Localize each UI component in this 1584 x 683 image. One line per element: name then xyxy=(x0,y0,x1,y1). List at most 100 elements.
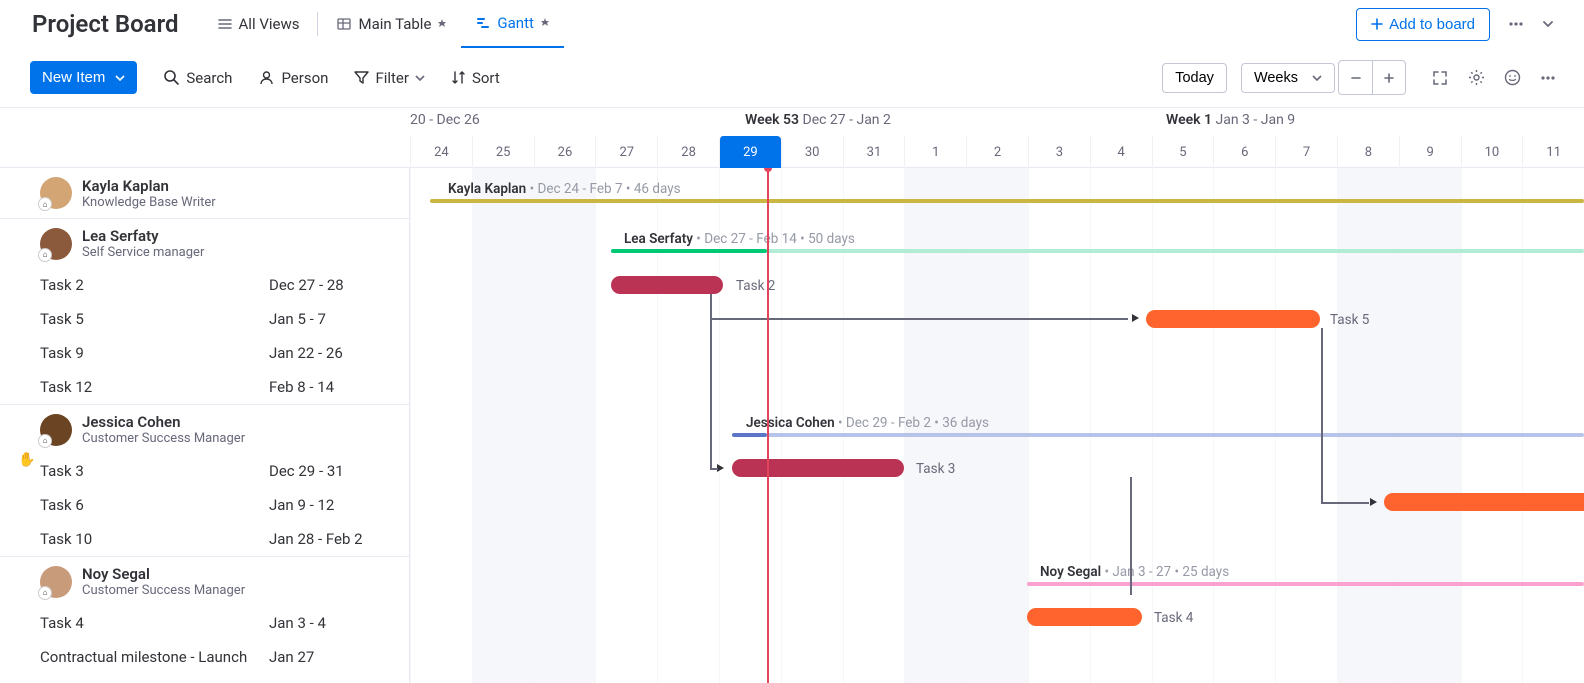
task-row[interactable]: Task 10Jan 28 - Feb 2 xyxy=(0,522,409,556)
filter-icon xyxy=(354,70,369,85)
day-cell[interactable]: 8 xyxy=(1337,136,1399,168)
task-row[interactable]: Contractual milestone - LaunchJan 27 xyxy=(0,640,409,674)
day-cell[interactable]: 31 xyxy=(843,136,905,168)
settings-button[interactable] xyxy=(1460,62,1492,94)
day-cell[interactable]: 5 xyxy=(1152,136,1214,168)
zoom-out-button[interactable] xyxy=(1339,61,1372,94)
task-bar-task6[interactable] xyxy=(1384,493,1584,511)
day-cell[interactable]: 26 xyxy=(534,136,596,168)
dependency-line xyxy=(1130,477,1132,595)
chevron-down-icon xyxy=(115,73,125,83)
person-name: Jessica Cohen xyxy=(82,413,245,431)
feedback-button[interactable] xyxy=(1496,62,1528,94)
chevron-down-icon xyxy=(1312,73,1322,83)
group-bar-label: Noy Segal • Jan 3 - 27 • 25 days xyxy=(1040,564,1229,580)
task-bar-task5[interactable] xyxy=(1146,310,1320,328)
day-cell[interactable]: 7 xyxy=(1275,136,1337,168)
group-bar-label: Lea Serfaty • Dec 27 - Feb 14 • 50 days xyxy=(624,231,855,247)
week-label: 20 - Dec 26 xyxy=(410,112,480,128)
search-button[interactable]: Search xyxy=(163,69,232,87)
task-row[interactable]: Task 3Dec 29 - 31 xyxy=(0,454,409,488)
group-bar-kayla[interactable] xyxy=(430,199,1584,203)
new-item-button[interactable]: New Item xyxy=(30,61,137,94)
day-cell[interactable]: 9 xyxy=(1399,136,1461,168)
arrow-icon xyxy=(1132,314,1139,322)
divider xyxy=(317,12,318,36)
chevron-down-icon xyxy=(415,73,425,83)
day-cell[interactable]: 11 xyxy=(1522,136,1584,168)
more-menu-button[interactable] xyxy=(1500,8,1532,40)
person-icon xyxy=(258,69,275,86)
task-bar-task4[interactable] xyxy=(1027,608,1142,626)
person-filter-button[interactable]: Person xyxy=(258,69,328,87)
group-bar-label: Jessica Cohen • Dec 29 - Feb 2 • 36 days xyxy=(746,415,989,431)
pin-icon xyxy=(437,19,447,29)
home-badge-icon: ⌂ xyxy=(38,586,52,600)
add-to-board-button[interactable]: Add to board xyxy=(1356,8,1490,41)
chevron-down-icon xyxy=(1541,17,1555,31)
arrow-icon xyxy=(1370,498,1377,506)
dots-icon xyxy=(1507,15,1525,33)
zoom-in-button[interactable] xyxy=(1372,61,1405,94)
day-cell[interactable]: 25 xyxy=(472,136,534,168)
group-bar-lea[interactable] xyxy=(611,249,767,253)
gantt-chart-area[interactable]: Kayla Kaplan • Dec 24 - Feb 7 • 46 days … xyxy=(410,168,1584,683)
fullscreen-button[interactable] xyxy=(1424,62,1456,94)
group-bar-jessica[interactable] xyxy=(732,433,767,437)
zoom-controls xyxy=(1338,60,1406,95)
day-cell[interactable]: 3 xyxy=(1028,136,1090,168)
task-bar-label: Task 5 xyxy=(1330,312,1369,328)
timescale-dropdown[interactable]: Weeks xyxy=(1241,63,1335,93)
task-row[interactable]: Task 4Jan 3 - 4 xyxy=(0,606,409,640)
gantt-sidebar: ⌂ Kayla Kaplan Knowledge Base Writer ⌂ L… xyxy=(0,168,410,683)
person-role: Customer Success Manager xyxy=(82,583,245,598)
sort-button[interactable]: Sort xyxy=(451,69,500,87)
person-role: Customer Success Manager xyxy=(82,431,245,446)
task-bar-task2[interactable] xyxy=(611,276,723,294)
board-title: Project Board xyxy=(32,10,179,38)
tab-all-views[interactable]: All Views xyxy=(203,0,314,48)
day-cell[interactable]: 24 xyxy=(410,136,472,168)
task-row[interactable]: Task 12Feb 8 - 14 xyxy=(0,370,409,404)
table-icon xyxy=(336,16,352,32)
filter-button[interactable]: Filter xyxy=(354,69,425,87)
day-cell[interactable]: 10 xyxy=(1461,136,1523,168)
group-bar-noy[interactable] xyxy=(1027,582,1584,586)
day-cell[interactable]: 4 xyxy=(1090,136,1152,168)
person-row[interactable]: ⌂ Jessica Cohen Customer Success Manager xyxy=(0,404,409,454)
day-cell[interactable]: 30 xyxy=(781,136,843,168)
person-row[interactable]: ⌂ Lea Serfaty Self Service manager xyxy=(0,218,409,268)
group-bar-lea-future[interactable] xyxy=(767,249,1584,253)
person-row[interactable]: ⌂ Kayla Kaplan Knowledge Base Writer xyxy=(0,168,409,218)
minus-icon xyxy=(1350,72,1362,84)
day-cell[interactable]: 6 xyxy=(1213,136,1275,168)
grab-cursor-icon: ✋ xyxy=(18,452,35,468)
board-header: Project Board All Views Main Table Gantt… xyxy=(0,0,1584,48)
task-row[interactable]: Task 6Jan 9 - 12 xyxy=(0,488,409,522)
day-cell[interactable]: 28 xyxy=(657,136,719,168)
today-button[interactable]: Today xyxy=(1162,63,1227,93)
tab-main-table[interactable]: Main Table xyxy=(322,0,461,48)
dots-icon xyxy=(1539,69,1557,87)
avatar: ⌂ xyxy=(40,177,72,209)
fullscreen-icon xyxy=(1432,70,1448,86)
day-cell[interactable]: 2 xyxy=(966,136,1028,168)
person-row[interactable]: ⌂ Noy Segal Customer Success Manager xyxy=(0,556,409,606)
person-name: Kayla Kaplan xyxy=(82,177,216,195)
search-icon xyxy=(163,69,180,86)
day-cell[interactable]: 27 xyxy=(595,136,657,168)
day-cell[interactable]: 29 xyxy=(719,136,781,168)
group-bar-jessica-future[interactable] xyxy=(767,433,1584,437)
task-row[interactable]: Task 5Jan 5 - 7 xyxy=(0,302,409,336)
task-row[interactable]: Task 2Dec 27 - 28 xyxy=(0,268,409,302)
sort-icon xyxy=(451,70,466,85)
collapse-button[interactable] xyxy=(1532,8,1564,40)
task-bar-task3[interactable] xyxy=(732,459,904,477)
more-button[interactable] xyxy=(1532,62,1564,94)
dependency-line xyxy=(1321,502,1369,504)
tab-gantt[interactable]: Gantt xyxy=(461,0,563,48)
task-row[interactable]: Task 9Jan 22 - 26 xyxy=(0,336,409,370)
avatar: ⌂ xyxy=(40,566,72,598)
day-cell[interactable]: 1 xyxy=(904,136,966,168)
week-label: Week 1 Jan 3 - Jan 9 xyxy=(1166,112,1295,128)
